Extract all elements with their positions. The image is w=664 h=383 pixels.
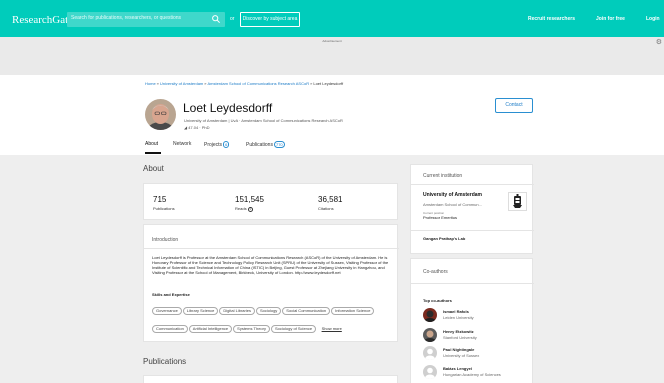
introduction-text: Loet Leydesdorff is Professor at the Ams… (152, 255, 389, 275)
coauthor-name[interactable]: Henry Etzkowitz (443, 329, 474, 334)
coauthor-institution: University of Sussex (443, 353, 480, 358)
projects-count-badge: 6 (223, 141, 230, 148)
advertisement-banner: Advertisement ⚙ (0, 37, 664, 75)
divider (411, 230, 534, 231)
coauthor-institution: Hungarian Academy of Sciences (443, 372, 501, 377)
top-navigation-bar: ResearchGate Search for publications, re… (0, 0, 664, 37)
contact-button[interactable]: Contact (495, 98, 533, 113)
coauthors-heading: Co-authors (423, 269, 448, 275)
skill-chip[interactable]: Library Science (182, 307, 219, 315)
coauthor-avatar (423, 308, 437, 322)
seal-icon (513, 194, 522, 208)
publications-count: 715 (153, 195, 167, 204)
skills-heading: Skills and Expertise (152, 292, 190, 297)
search-placeholder: Search for publications, researchers, or… (71, 15, 182, 21)
coauthor-avatar (423, 346, 437, 360)
publications-heading: Publications (143, 357, 187, 366)
coauthor-avatar (423, 365, 437, 379)
skill-chip[interactable]: Digital Libraries (219, 307, 255, 315)
tab-projects-label: Projects (204, 142, 223, 148)
or-label: or (230, 16, 235, 22)
discover-by-subject-button[interactable]: Discover by subject area (240, 12, 300, 27)
coauthor-name[interactable]: Paul Nightingale (443, 347, 474, 352)
search-icon[interactable] (211, 14, 221, 24)
coauthor-item[interactable]: Paul Nightingale University of Sussex (423, 346, 533, 362)
skills-list: Governance Library Science Digital Librari… (152, 299, 396, 335)
recruit-researchers-link[interactable]: Recruit researchers (528, 16, 575, 22)
skill-chip[interactable]: Social Communication (282, 307, 331, 315)
coauthor-item[interactable]: Henry Etzkowitz Stanford University (423, 328, 533, 344)
citations-count: 36,581 (318, 195, 343, 204)
introduction-card: Introduction Loet Leydesdorff is Profess… (143, 224, 399, 342)
current-institution-heading: Current institution (423, 173, 463, 179)
current-position-value: Professor Emeritus (423, 215, 458, 220)
skill-chip[interactable]: Sociology of Science (270, 325, 317, 333)
coauthor-institution: Leiden University (443, 315, 474, 320)
coauthor-item[interactable]: Ismael Rafols Leiden University (423, 308, 533, 324)
reads-count: 151,545 (235, 195, 264, 204)
info-icon[interactable]: i (247, 207, 253, 212)
profile-score: ◢ 47.04 · PhD (184, 125, 210, 130)
reads-label-text: Reads (235, 206, 247, 211)
skill-chip[interactable]: Artificial Intelligence (188, 325, 233, 333)
citations-label: Citations (318, 206, 334, 211)
coauthor-avatar (423, 328, 437, 342)
publications-label: Publications (153, 206, 175, 211)
show-more-skills-link[interactable]: Show more (322, 326, 342, 331)
breadcrumb-current: Loet Leydesdorff (313, 81, 344, 86)
skill-chip[interactable]: Systems Theory (233, 325, 270, 333)
skill-chip[interactable]: Governance (152, 307, 182, 315)
coauthor-item[interactable]: Balázs Lengyel Hungarian Academy of Scie… (423, 365, 533, 381)
skill-chip[interactable]: Information Science (331, 307, 375, 315)
profile-photo (145, 99, 176, 130)
publications-card (143, 375, 398, 383)
advertisement-label: Advertisement (322, 39, 342, 43)
coauthor-name[interactable]: Balázs Lengyel (443, 366, 472, 371)
gear-icon[interactable]: ⚙ (656, 38, 662, 46)
publications-count-badge: 770 (273, 141, 285, 148)
breadcrumb: Home»University of Amsterdam»Amsterdam S… (145, 81, 344, 86)
logo[interactable]: ResearchGate (12, 14, 73, 26)
institution-logo[interactable] (508, 192, 527, 211)
tab-projects[interactable]: Projects 6 (204, 141, 230, 148)
login-link[interactable]: Login (646, 16, 660, 22)
profile-affiliation[interactable]: University of Amsterdam | UvA · Amsterda… (184, 118, 343, 123)
introduction-heading: Introduction (152, 237, 179, 243)
tab-publications-label: Publications (246, 142, 273, 148)
coauthor-name[interactable]: Ismael Rafols (443, 309, 469, 314)
coauthor-institution: Stanford University (443, 335, 477, 340)
institution-name[interactable]: University of Amsterdam (423, 192, 482, 198)
breadcrumb-university[interactable]: University of Amsterdam (160, 81, 203, 86)
tab-publications[interactable]: Publications 770 (246, 141, 285, 148)
active-tab-indicator (145, 152, 161, 154)
avatar[interactable] (145, 99, 176, 130)
skill-chip[interactable]: Sociology (255, 307, 282, 315)
current-institution-card: Current institution University of Amster… (410, 164, 534, 254)
institution-department[interactable]: Amsterdam School of Commun... (423, 202, 482, 207)
stats-card: 715 Publications 151,545 Reads i 36,581 … (143, 183, 398, 220)
profile-header: Home»University of Amsterdam»Amsterdam S… (0, 75, 664, 155)
search-input[interactable]: Search for publications, researchers, or… (67, 12, 225, 27)
coauthors-card: Co-authors Top co-authors Ismael Rafols … (410, 258, 534, 383)
profile-score-text: 47.04 · PhD (188, 125, 210, 130)
skill-chip[interactable]: Communication (152, 325, 188, 333)
tab-about[interactable]: About (145, 141, 158, 147)
breadcrumb-home[interactable]: Home (145, 81, 156, 86)
divider (411, 184, 534, 185)
lab-link[interactable]: Gangan Prathap's Lab (423, 236, 465, 241)
top-coauthors-heading: Top co-authors (423, 298, 452, 303)
join-for-free-link[interactable]: Join for free (596, 16, 625, 22)
profile-name: Loet Leydesdorff (183, 101, 273, 115)
tab-network[interactable]: Network (173, 141, 191, 147)
divider (144, 248, 399, 249)
divider (411, 283, 534, 284)
reads-label: Reads i (235, 206, 253, 212)
breadcrumb-school[interactable]: Amsterdam School of Communications Resea… (208, 81, 310, 86)
about-heading: About (143, 164, 164, 173)
